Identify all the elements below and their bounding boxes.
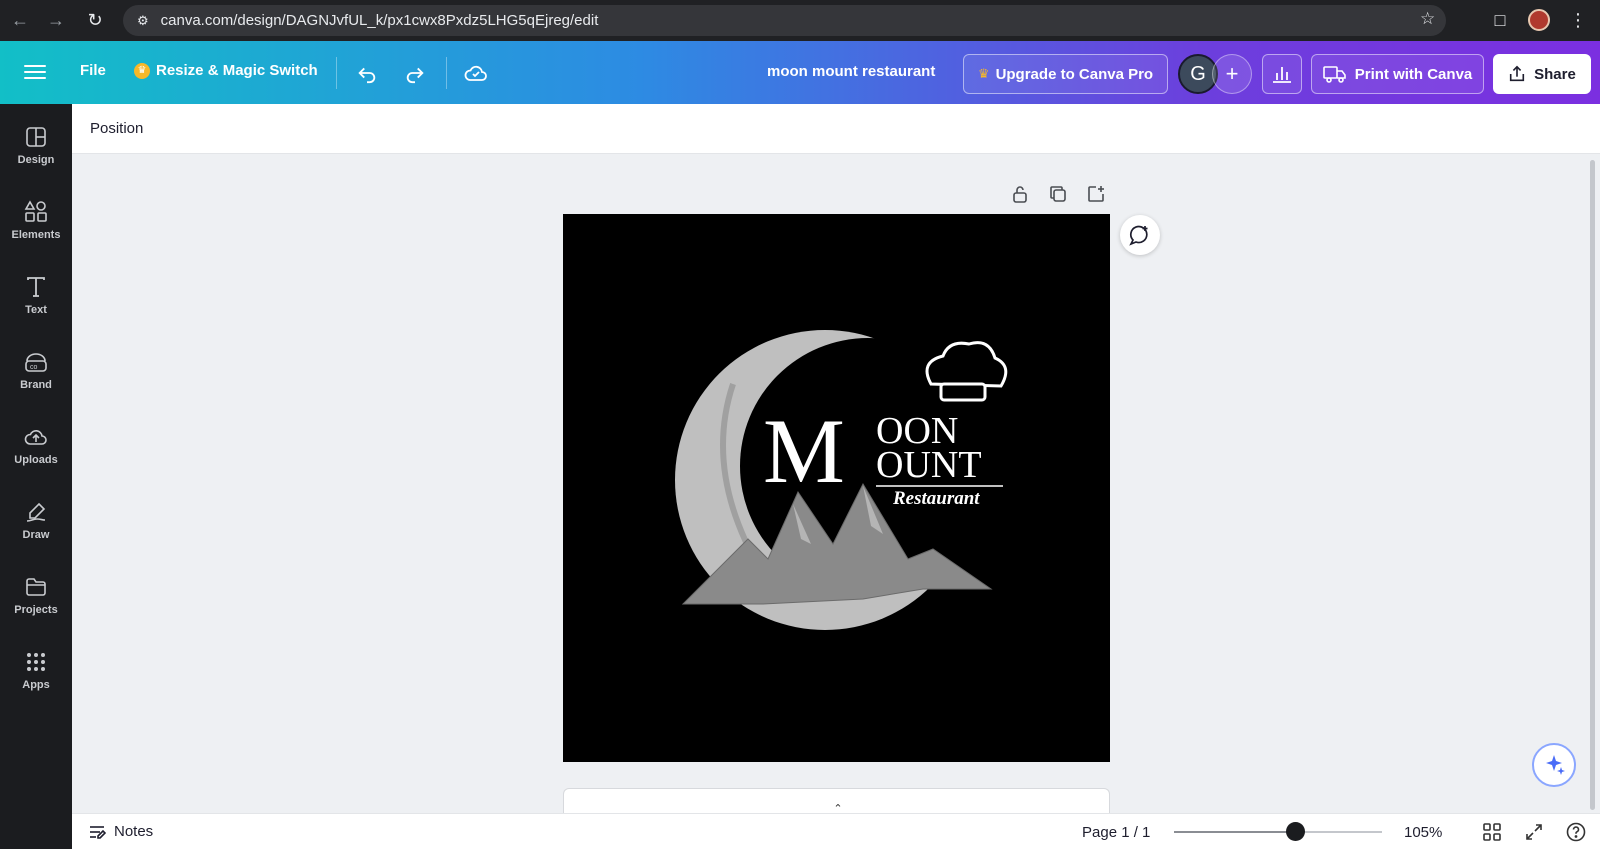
crown-icon: ♛ xyxy=(134,62,150,79)
logo-initial-m: M xyxy=(763,400,845,502)
draw-icon xyxy=(24,500,48,524)
design-canvas-page[interactable]: M OON OUNT Restaurant xyxy=(563,214,1110,762)
zoom-slider[interactable] xyxy=(1174,822,1382,841)
share-button[interactable]: Share xyxy=(1493,54,1591,94)
logo-sub-restaurant: Restaurant xyxy=(892,488,980,509)
apps-icon xyxy=(24,650,48,674)
notes-icon xyxy=(90,825,106,839)
zoom-slider-fill xyxy=(1174,831,1295,833)
grid-view-icon[interactable] xyxy=(1482,822,1502,842)
sidebar-item-label: Uploads xyxy=(14,453,58,466)
position-button[interactable]: Position xyxy=(90,120,143,137)
zoom-slider-thumb[interactable] xyxy=(1285,822,1305,841)
resize-label: Resize & Magic Switch xyxy=(156,62,318,79)
page-tools xyxy=(1009,183,1107,205)
sidebar-item-label: Design xyxy=(17,153,55,166)
hamburger-menu-icon[interactable] xyxy=(24,61,46,83)
sidebar-item-draw[interactable]: Draw xyxy=(0,490,72,550)
sidebar-item-label: Draw xyxy=(22,528,50,541)
print-label: Print with Canva xyxy=(1354,65,1473,83)
text-icon xyxy=(24,275,48,299)
bookmark-star-icon[interactable]: ☆ xyxy=(1420,9,1435,29)
resize-magic-switch-button[interactable]: ♛ Resize & Magic Switch xyxy=(134,62,318,79)
back-icon[interactable]: ← xyxy=(6,6,34,34)
svg-text:co: co xyxy=(30,364,38,371)
cloud-saved-icon[interactable] xyxy=(462,59,490,87)
print-with-canva-button[interactable]: Print with Canva xyxy=(1311,54,1484,94)
sidebar-item-projects[interactable]: Projects xyxy=(0,565,72,625)
insights-chart-icon[interactable] xyxy=(1262,54,1302,94)
truck-icon xyxy=(1322,66,1346,83)
moon-mount-logo[interactable]: M OON OUNT Restaurant xyxy=(563,214,1110,762)
sidebar-item-label: Brand xyxy=(20,378,52,391)
brand-icon: co xyxy=(24,350,48,374)
document-title[interactable]: moon mount restaurant xyxy=(767,63,935,80)
site-info-icon[interactable]: ⚙ xyxy=(137,13,149,29)
editor-header: File ♛ Resize & Magic Switch moon mount … xyxy=(0,41,1600,104)
sidebar-item-text[interactable]: Text xyxy=(0,265,72,325)
invite-plus-button[interactable]: + xyxy=(1212,54,1252,94)
sidebar-item-elements[interactable]: Elements xyxy=(0,190,72,250)
extensions-icon[interactable]: □ xyxy=(1486,6,1514,34)
crown-icon: ♛ xyxy=(977,66,990,81)
sidebar-item-uploads[interactable]: Uploads xyxy=(0,415,72,475)
file-menu-button[interactable]: File xyxy=(80,62,106,79)
magic-assistant-icon[interactable] xyxy=(1532,743,1576,787)
add-page-icon[interactable] xyxy=(1085,183,1107,205)
sidebar-item-label: Text xyxy=(25,303,47,316)
duplicate-page-icon[interactable] xyxy=(1047,183,1069,205)
browser-profile-avatar[interactable] xyxy=(1528,9,1550,31)
sidebar-item-apps[interactable]: Apps xyxy=(0,640,72,700)
sidebar-item-design[interactable]: Design xyxy=(0,115,72,175)
browser-menu-icon[interactable]: ⋮ xyxy=(1564,6,1592,34)
sidebar-item-label: Elements xyxy=(11,228,61,241)
forward-icon[interactable]: → xyxy=(42,6,70,34)
logo-line-ount: OUNT xyxy=(876,444,982,486)
divider xyxy=(336,57,337,89)
editor-footer: Notes Page 1 / 1 105% xyxy=(72,813,1600,849)
sidebar-item-label: Apps xyxy=(22,678,50,691)
redo-icon[interactable] xyxy=(401,59,429,87)
design-icon xyxy=(24,125,48,149)
address-bar[interactable]: ⚙ canva.com/design/DAGNJvfUL_k/px1cwx8Px… xyxy=(123,5,1446,36)
context-toolbar: Position xyxy=(72,104,1600,154)
upgrade-pro-button[interactable]: ♛ Upgrade to Canva Pro xyxy=(963,54,1168,94)
add-comment-icon[interactable] xyxy=(1120,215,1160,255)
notes-button[interactable]: Notes xyxy=(88,823,153,840)
page-indicator[interactable]: Page 1 / 1 xyxy=(1082,824,1150,841)
elements-icon xyxy=(24,199,48,224)
fullscreen-icon[interactable] xyxy=(1524,822,1544,842)
notes-label: Notes xyxy=(114,823,154,840)
lock-icon[interactable] xyxy=(1009,183,1031,205)
vertical-scrollbar[interactable] xyxy=(1590,160,1595,810)
sidebar-item-label: Projects xyxy=(14,603,58,616)
upgrade-label: Upgrade to Canva Pro xyxy=(995,65,1154,83)
side-panel-nav: Design Elements Text co Brand Uploads Dr… xyxy=(0,104,72,849)
zoom-percentage[interactable]: 105% xyxy=(1404,824,1442,841)
share-upload-icon xyxy=(1510,65,1525,82)
undo-icon[interactable] xyxy=(353,59,381,87)
reload-icon[interactable]: ↻ xyxy=(81,6,109,34)
help-icon[interactable] xyxy=(1566,822,1586,842)
projects-icon xyxy=(24,575,48,599)
share-label: Share xyxy=(1534,65,1576,83)
divider xyxy=(446,57,447,89)
browser-toolbar: ← → ↻ ⚙ canva.com/design/DAGNJvfUL_k/px1… xyxy=(0,0,1600,41)
uploads-icon xyxy=(24,425,48,449)
url-text: canva.com/design/DAGNJvfUL_k/px1cwx8Pxdz… xyxy=(160,12,599,29)
sidebar-item-brand[interactable]: co Brand xyxy=(0,340,72,400)
